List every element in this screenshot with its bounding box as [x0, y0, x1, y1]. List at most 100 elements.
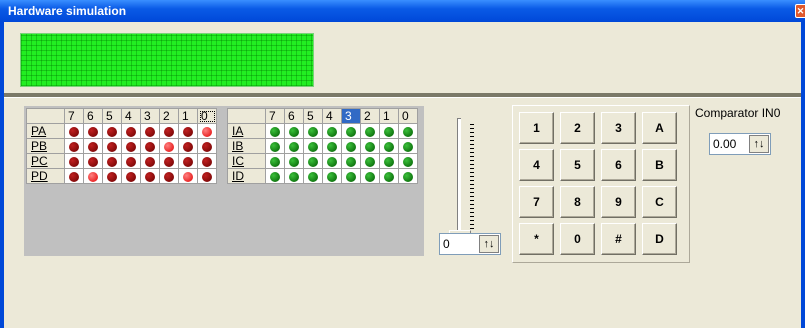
led-cell[interactable]	[140, 138, 160, 154]
led-cell[interactable]	[341, 153, 361, 169]
led-cell[interactable]	[398, 153, 418, 169]
led-cell[interactable]	[322, 153, 342, 169]
led-cell[interactable]	[159, 153, 179, 169]
led-cell[interactable]	[341, 168, 361, 184]
bit-header[interactable]: 6	[284, 108, 304, 124]
led-cell[interactable]	[284, 123, 304, 139]
close-icon[interactable]: ✕	[795, 4, 805, 18]
spinner-arrows-icon[interactable]: ↑↓	[749, 135, 769, 153]
keypad-key[interactable]: A	[642, 112, 677, 144]
keypad-key[interactable]: *	[519, 223, 554, 255]
keypad-key[interactable]: #	[601, 223, 636, 255]
led-cell[interactable]	[197, 168, 217, 184]
keypad-key[interactable]: 2	[560, 112, 595, 144]
led-cell[interactable]	[398, 138, 418, 154]
led-cell[interactable]	[159, 138, 179, 154]
led-cell[interactable]	[398, 123, 418, 139]
keypad-key[interactable]: 9	[601, 186, 636, 218]
led-cell[interactable]	[83, 168, 103, 184]
bit-header[interactable]: 4	[322, 108, 342, 124]
led-cell[interactable]	[64, 168, 84, 184]
keypad-key[interactable]: C	[642, 186, 677, 218]
led-cell[interactable]	[322, 123, 342, 139]
led-cell[interactable]	[265, 138, 285, 154]
led-cell[interactable]	[178, 138, 198, 154]
bit-header[interactable]: 5	[102, 108, 122, 124]
led-cell[interactable]	[303, 138, 323, 154]
led-cell[interactable]	[265, 168, 285, 184]
bit-header[interactable]: 7	[64, 108, 84, 124]
keypad-key[interactable]: 1	[519, 112, 554, 144]
led-cell[interactable]	[265, 123, 285, 139]
led-cell[interactable]	[121, 168, 141, 184]
led-cell[interactable]	[64, 153, 84, 169]
led-cell[interactable]	[140, 123, 160, 139]
bit-header[interactable]: 7	[265, 108, 285, 124]
slider-value[interactable]: 0	[443, 237, 450, 251]
led-cell[interactable]	[360, 123, 380, 139]
slider-value-spinner[interactable]: 0 ↑↓	[439, 233, 501, 255]
led-cell[interactable]	[360, 168, 380, 184]
led-cell[interactable]	[159, 123, 179, 139]
led-cell[interactable]	[197, 138, 217, 154]
led-cell[interactable]	[83, 153, 103, 169]
led-cell[interactable]	[265, 153, 285, 169]
led-cell[interactable]	[102, 168, 122, 184]
led-cell[interactable]	[322, 138, 342, 154]
bit-header[interactable]: 2	[360, 108, 380, 124]
spinner-arrows-icon[interactable]: ↑↓	[479, 235, 499, 253]
led-cell[interactable]	[83, 123, 103, 139]
led-cell[interactable]	[121, 123, 141, 139]
bit-header[interactable]: 5	[303, 108, 323, 124]
led-cell[interactable]	[341, 123, 361, 139]
keypad-key[interactable]: D	[642, 223, 677, 255]
led-cell[interactable]	[379, 138, 399, 154]
keypad-key[interactable]: 0	[560, 223, 595, 255]
led-cell[interactable]	[159, 168, 179, 184]
led-cell[interactable]	[303, 168, 323, 184]
led-cell[interactable]	[284, 168, 304, 184]
bit-header[interactable]: 2	[159, 108, 179, 124]
keypad-key[interactable]: B	[642, 149, 677, 181]
keypad-key[interactable]: 5	[560, 149, 595, 181]
led-cell[interactable]	[197, 153, 217, 169]
bit-header[interactable]: 1	[178, 108, 198, 124]
led-cell[interactable]	[341, 138, 361, 154]
led-cell[interactable]	[379, 153, 399, 169]
bit-header[interactable]: 0	[398, 108, 418, 124]
title-bar[interactable]: Hardware simulation ✕	[0, 0, 805, 22]
bit-header[interactable]: 0	[197, 108, 217, 124]
bit-header[interactable]: 6	[83, 108, 103, 124]
led-cell[interactable]	[303, 153, 323, 169]
led-cell[interactable]	[140, 168, 160, 184]
led-cell[interactable]	[178, 168, 198, 184]
led-cell[interactable]	[178, 153, 198, 169]
led-cell[interactable]	[64, 138, 84, 154]
led-cell[interactable]	[303, 123, 323, 139]
led-cell[interactable]	[360, 138, 380, 154]
led-cell[interactable]	[379, 123, 399, 139]
keypad-key[interactable]: 8	[560, 186, 595, 218]
slider-track[interactable]	[457, 118, 461, 230]
led-cell[interactable]	[398, 168, 418, 184]
keypad-key[interactable]: 4	[519, 149, 554, 181]
led-cell[interactable]	[284, 138, 304, 154]
led-cell[interactable]	[140, 153, 160, 169]
led-cell[interactable]	[64, 123, 84, 139]
bit-header[interactable]: 4	[121, 108, 141, 124]
led-cell[interactable]	[360, 153, 380, 169]
led-cell[interactable]	[284, 153, 304, 169]
led-cell[interactable]	[121, 153, 141, 169]
led-cell[interactable]	[102, 138, 122, 154]
bit-header[interactable]: 3	[140, 108, 160, 124]
comparator-value[interactable]: 0.00	[713, 137, 736, 151]
bit-header[interactable]: 1	[379, 108, 399, 124]
keypad-key[interactable]: 6	[601, 149, 636, 181]
keypad-key[interactable]: 3	[601, 112, 636, 144]
led-cell[interactable]	[121, 138, 141, 154]
led-cell[interactable]	[197, 123, 217, 139]
led-cell[interactable]	[322, 168, 342, 184]
led-cell[interactable]	[102, 123, 122, 139]
comparator-spinner[interactable]: 0.00 ↑↓	[709, 133, 771, 155]
led-cell[interactable]	[379, 168, 399, 184]
